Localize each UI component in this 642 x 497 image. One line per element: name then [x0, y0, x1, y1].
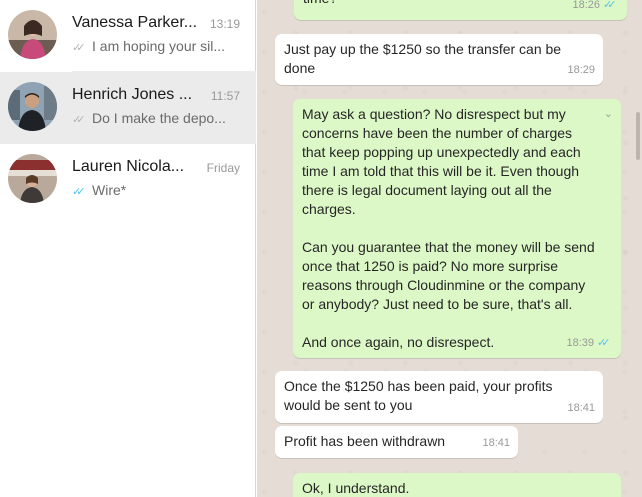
conversation-panel[interactable]: time? 18:26✓✓ Just pay up the $1250 so t… [257, 0, 642, 497]
message-time: 18:41 [482, 437, 510, 449]
chat-item-details: Henrich Jones ... 11:57 ✓✓ Do I make the … [72, 72, 256, 144]
chevron-down-icon[interactable]: ⌄ [604, 105, 613, 124]
chat-item-details: Lauren Nicola... Friday ✓✓ Wire* [72, 144, 256, 216]
message-text: Just pay up the $1250 so the transfer ca… [284, 41, 562, 76]
avatar-photo-icon [8, 10, 57, 59]
message-time: 18:26 [572, 0, 600, 11]
message-text: Once the $1250 has been paid, your profi… [284, 378, 553, 413]
message-bubble-outgoing[interactable]: ⌄ May ask a question? No disrespect but … [293, 99, 621, 358]
message-meta: 18:26 ✓✓ [572, 0, 619, 15]
message-text: Ok, I understand. [302, 480, 410, 496]
message-time: 18:41 [567, 402, 595, 414]
chat-preview: ✓✓ Wire* [72, 182, 242, 198]
message-bubble-incoming[interactable]: Once the $1250 has been paid, your profi… [275, 371, 603, 423]
chat-preview-text: Do I make the depo... [92, 110, 226, 126]
avatar [8, 154, 57, 203]
chat-preview: ✓✓ I am hoping your sil... [72, 38, 242, 54]
message-meta: 18:39 ✓✓ [566, 334, 613, 353]
avatar-photo-icon [8, 82, 57, 131]
chat-time: 11:57 [210, 89, 240, 103]
chat-item-vanessa-parker[interactable]: Vanessa Parker... 13:19 ✓✓ I am hoping yo… [0, 0, 256, 72]
double-check-icon: ✓✓ [72, 114, 85, 126]
chat-item-lauren-nicola[interactable]: Lauren Nicola... Friday ✓✓ Wire* [0, 144, 256, 216]
double-check-icon: ✓✓ [597, 337, 610, 349]
double-check-icon: ✓✓ [72, 186, 85, 198]
message-bubble-incoming[interactable]: Profit has been withdrawn 18:41 [275, 426, 518, 458]
message-text: time? [303, 0, 337, 8]
message-time: 18:39 [566, 337, 594, 349]
chat-name: Henrich Jones ... [72, 86, 193, 103]
chat-name: Vanessa Parker... [72, 14, 198, 31]
chat-time: Friday [206, 161, 240, 175]
message-meta: 18:41 [482, 434, 510, 453]
message-meta: 18:41 [567, 399, 595, 418]
chat-preview-text: I am hoping your sil... [92, 38, 226, 54]
message-bubble-outgoing[interactable]: time? 18:26✓✓ [294, 0, 627, 20]
double-check-icon: ✓✓ [72, 42, 85, 54]
message-bubble-outgoing[interactable]: Ok, I understand. [293, 473, 621, 497]
chat-name: Lauren Nicola... [72, 158, 185, 175]
message-text: Profit has been withdrawn [284, 433, 446, 449]
chat-preview: ✓✓ Do I make the depo... [72, 110, 242, 126]
message-text: May ask a question? No disrespect but my… [302, 106, 595, 350]
chat-item-henrich-jones[interactable]: Henrich Jones ... 11:57 ✓✓ Do I make the … [0, 72, 256, 144]
message-meta: 18:29 [567, 61, 595, 80]
chat-time: 13:19 [209, 17, 240, 31]
chat-preview-text: Wire* [92, 182, 127, 198]
chat-list-sidebar: Vanessa Parker... 13:19 ✓✓ I am hoping yo… [0, 0, 256, 497]
message-bubble-incoming[interactable]: Just pay up the $1250 so the transfer ca… [275, 34, 603, 85]
double-check-icon: ✓✓ [603, 0, 616, 11]
message-time: 18:29 [567, 64, 595, 76]
conversation-scrollbar[interactable] [636, 112, 640, 160]
chat-item-details: Vanessa Parker... 13:19 ✓✓ I am hoping yo… [72, 0, 256, 72]
avatar [8, 82, 57, 131]
avatar-photo-icon [8, 154, 57, 203]
avatar [8, 10, 57, 59]
